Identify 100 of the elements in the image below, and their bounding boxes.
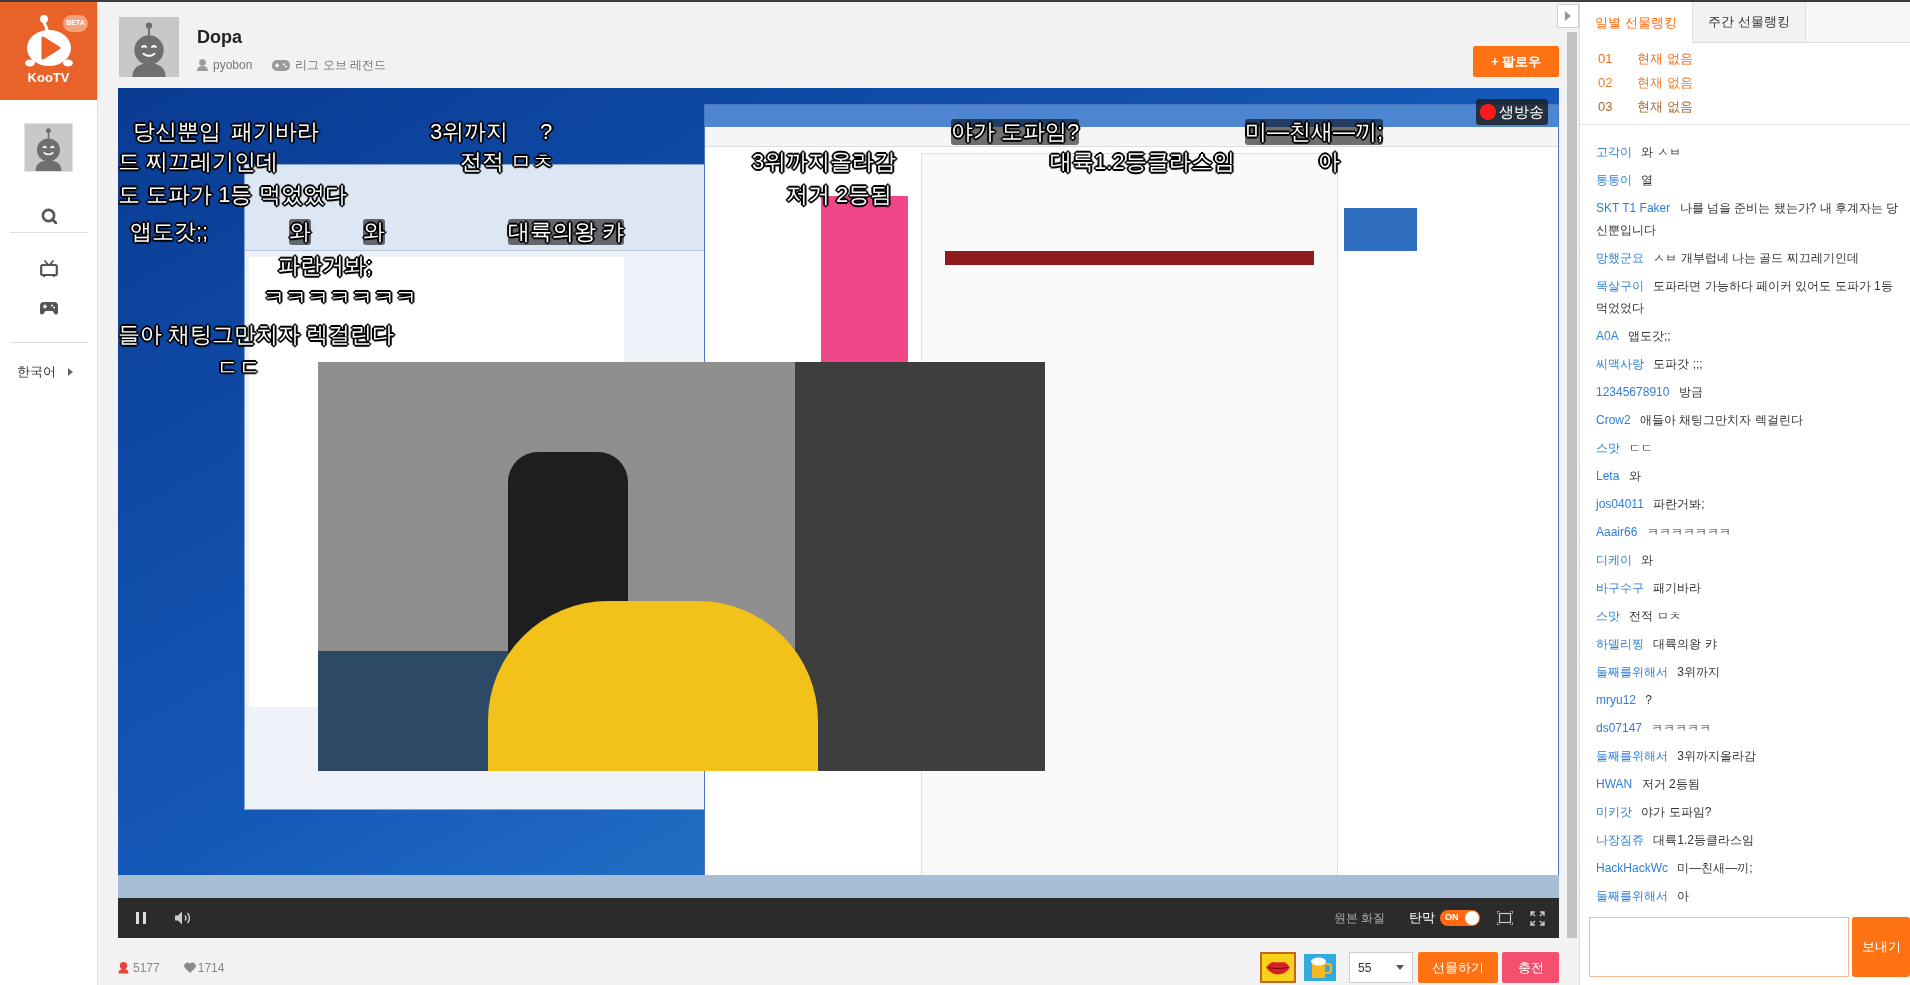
chat-username[interactable]: 미키갓 <box>1596 805 1632 819</box>
danmaku-comment: 와 <box>363 219 385 245</box>
gamepad-icon[interactable] <box>39 301 58 315</box>
chat-username[interactable]: 둘째를위해서 <box>1596 749 1668 763</box>
chat-username[interactable]: 통통이 <box>1596 173 1632 187</box>
chat-message: 목살구이 도파라면 가능하다 페이커 있어도 도파가 1등 먹었었다 <box>1596 278 1894 317</box>
danmaku-comment: 3위까지 <box>430 119 509 145</box>
chat-username[interactable]: 스맛 <box>1596 441 1620 455</box>
volume-icon[interactable] <box>175 911 192 925</box>
chat-message: 둘째를위해서 3위까지올라감 <box>1596 748 1757 765</box>
danmaku-comment: 패기바라 <box>231 119 319 145</box>
chat-message: HackHackWc 미—친새—끼; <box>1596 860 1754 877</box>
danmaku-label: 탄막 <box>1409 910 1435 926</box>
rank-name: 현재 없음 <box>1637 74 1693 93</box>
chat-message: ds07147 ㅋㅋㅋㅋㅋ <box>1596 720 1713 737</box>
chat-message: Aaair66 ㅋㅋㅋㅋㅋㅋㅋ <box>1596 524 1732 541</box>
danmaku-toggle[interactable]: ON <box>1440 910 1480 926</box>
rank-number: 03 <box>1598 98 1614 117</box>
search-icon[interactable] <box>40 208 57 224</box>
theater-mode-icon[interactable] <box>1497 911 1513 925</box>
quality-button[interactable]: 원본 화질 <box>1333 910 1385 926</box>
chat-username[interactable]: 망했군요 <box>1596 251 1644 265</box>
chat-username[interactable]: 하델리찡 <box>1596 637 1644 651</box>
fullscreen-icon[interactable] <box>1530 910 1545 926</box>
language-selector[interactable]: 한국어 <box>17 363 73 381</box>
chat-message: 통통이 열 <box>1596 172 1655 189</box>
logo-text: KooTV <box>27 70 70 86</box>
chat-username[interactable]: jos04011 <box>1596 497 1644 511</box>
like-count: 1714 <box>197 959 225 977</box>
lips-icon <box>1262 954 1294 981</box>
danmaku-comment: 당신뿐입 <box>133 119 221 145</box>
gift-item[interactable] <box>1260 952 1296 983</box>
chat-message: jos04011 파란거봐; <box>1596 496 1706 513</box>
chat-username[interactable]: 12345678910 <box>1596 385 1670 399</box>
charge-button[interactable]: 충전 <box>1502 952 1559 983</box>
chat-username[interactable]: Crow2 <box>1596 413 1631 427</box>
caret-icon <box>68 368 73 376</box>
live-label: 생방송 <box>1499 102 1544 122</box>
chat-username[interactable]: 바구수구 <box>1596 581 1644 595</box>
rank-name: 현재 없음 <box>1637 98 1693 117</box>
quantity-select[interactable]: 55 <box>1349 952 1413 983</box>
channel-name: Dopa <box>197 26 243 49</box>
chat-message: Crow2 애들아 채팅그만치자 렉걸린다 <box>1596 412 1804 429</box>
chat-username[interactable]: 디케이 <box>1596 553 1632 567</box>
chat-username[interactable]: 씨맥사랑 <box>1596 357 1644 371</box>
chat-username[interactable]: A0A <box>1596 329 1619 343</box>
chat-message: SKT T1 Faker 나를 넘을 준비는 됐는가? 내 후계자는 당신뿐입니다 <box>1596 200 1900 239</box>
beer-mug-icon <box>1304 954 1336 981</box>
send-button[interactable]: 보내기 <box>1852 917 1910 977</box>
chat-message: 12345678910 방금 <box>1596 384 1704 401</box>
rank-number: 01 <box>1598 50 1614 69</box>
heart-icon <box>183 962 196 973</box>
chat-message: 바구수구 패기바라 <box>1596 580 1703 597</box>
chat-username[interactable]: 고각이 <box>1596 145 1632 159</box>
danmaku-comment: 드 찌끄레기인데 <box>118 149 279 175</box>
danmaku-comment: 아 <box>1318 149 1340 175</box>
person-icon <box>118 961 129 974</box>
ranking-tab[interactable]: 주간 선물랭킹 <box>1693 2 1806 43</box>
chat-username[interactable]: HWAN <box>1596 777 1633 791</box>
gift-button[interactable]: 선물하기 <box>1418 952 1498 983</box>
danmaku-comment: 야가 도파임? <box>951 119 1080 145</box>
chat-message: 둘째를위해서 아 <box>1596 888 1691 905</box>
chat-username[interactable]: mryu12 <box>1596 693 1636 707</box>
live-dot-icon <box>1480 104 1496 120</box>
danmaku-comment: 앱도갓;; <box>130 219 209 245</box>
chat-message: HWAN 저거 2등됨 <box>1596 776 1701 793</box>
danmaku-comment: 와 <box>289 219 311 245</box>
scrollbar-thumb[interactable] <box>1567 32 1577 938</box>
viewer-count: 5177 <box>133 959 160 977</box>
chat-username[interactable]: 둘째를위해서 <box>1596 665 1668 679</box>
chat-message: 망했군요 ㅅㅂ 개부럽네 나는 골드 찌끄레기인데 <box>1596 250 1860 267</box>
danmaku-comment: ㅋㅋㅋㅋㅋㅋㅋ <box>263 285 417 311</box>
chat-username[interactable]: HackHackWc <box>1596 861 1668 875</box>
chat-username[interactable]: 둘째를위해서 <box>1596 889 1668 903</box>
chat-message: 하델리찡 대륙의왕 캬 <box>1596 636 1718 653</box>
gamepad-icon <box>272 59 291 71</box>
user-icon <box>197 59 208 71</box>
robot-avatar-icon <box>24 123 73 172</box>
chat-username[interactable]: Leta <box>1596 469 1620 483</box>
chat-username[interactable]: 스맛 <box>1596 609 1620 623</box>
gift-item[interactable] <box>1302 952 1338 983</box>
chat-message: 나장짐쥬 대륙1.2등클라스임 <box>1596 832 1755 849</box>
chat-username[interactable]: SKT T1 Faker <box>1596 201 1671 215</box>
game-name[interactable]: 리그 오브 레전드 <box>295 57 387 73</box>
tv-icon[interactable] <box>39 260 58 277</box>
caret-icon <box>1565 11 1571 21</box>
chat-username[interactable]: 목살구이 <box>1596 279 1644 293</box>
chat-message: 스맛 ㄷㄷ <box>1596 440 1655 457</box>
streamer-id[interactable]: pyobon <box>213 57 253 73</box>
rank-number: 02 <box>1598 74 1614 93</box>
chat-message: 디케이 와 <box>1596 552 1655 569</box>
chat-message: 둘째를위해서 3위까지 <box>1596 664 1721 681</box>
chat-username[interactable]: 나장짐쥬 <box>1596 833 1644 847</box>
follow-button[interactable]: + 팔로우 <box>1473 46 1559 77</box>
chat-input[interactable] <box>1589 917 1849 977</box>
chat-username[interactable]: Aaair66 <box>1596 525 1638 539</box>
chat-username[interactable]: ds07147 <box>1596 721 1643 735</box>
panel-toggle-button[interactable] <box>1557 4 1579 28</box>
pause-icon[interactable] <box>136 912 146 924</box>
danmaku-comment: 대륙1.2등클라스임 <box>1050 149 1235 175</box>
